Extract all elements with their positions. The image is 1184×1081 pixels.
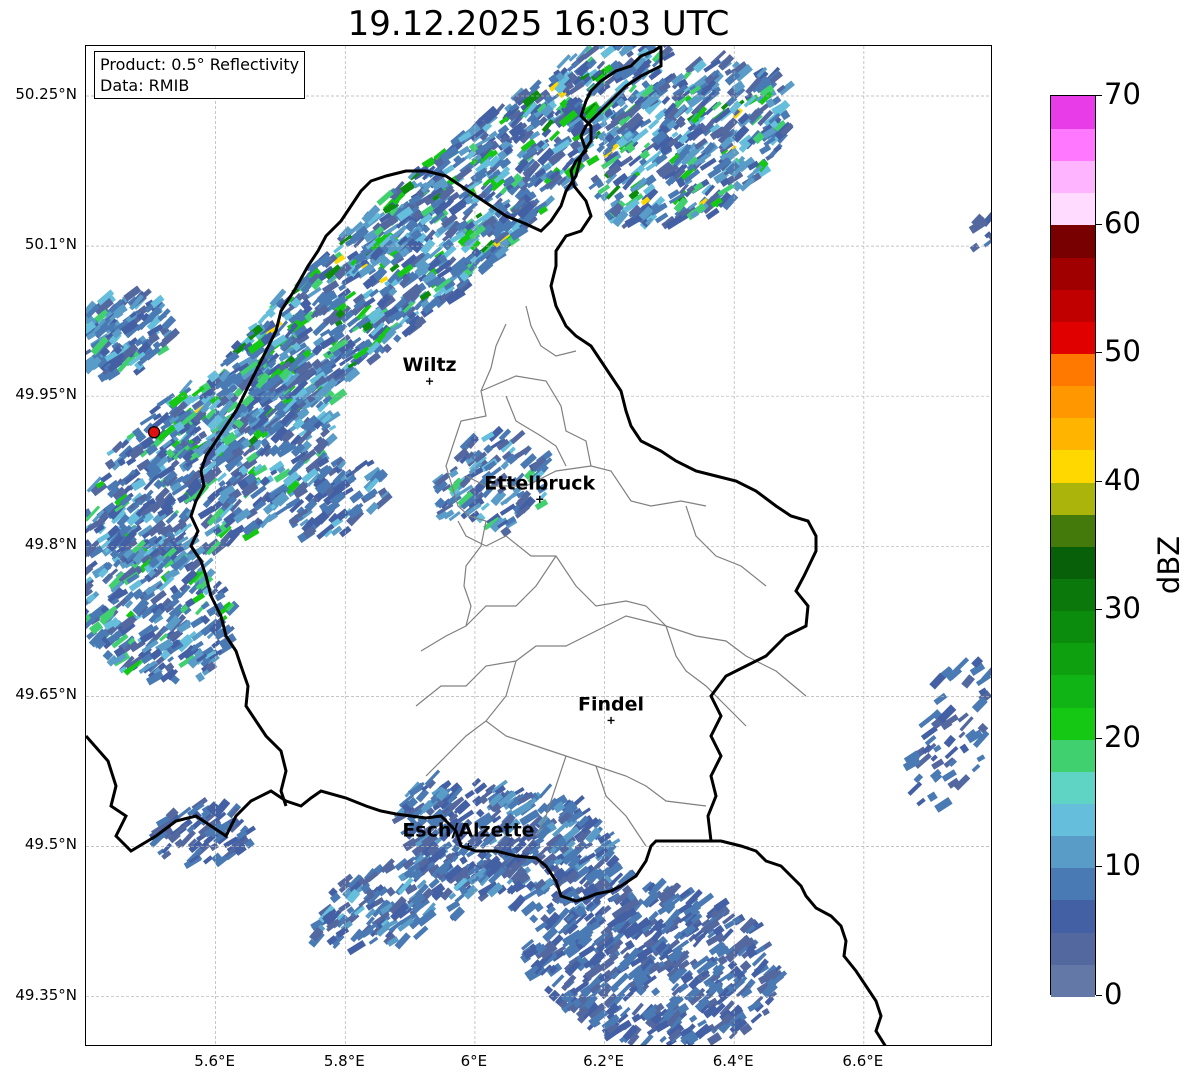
colorbar-tick (1096, 737, 1102, 739)
data-source-label: Data: RMIB (100, 76, 190, 95)
colorbar-segment (1051, 353, 1095, 387)
colorbar-segment (1051, 610, 1095, 644)
colorbar-segment (1051, 578, 1095, 612)
colorbar-segment (1051, 417, 1095, 451)
colorbar-tick (1096, 95, 1102, 96)
colorbar-tick-label: 0 (1104, 977, 1123, 1011)
colorbar-tick-label: 30 (1104, 591, 1141, 626)
lat-tick-label: 49.95°N (15, 385, 77, 404)
colorbar-tick-label: 20 (1104, 719, 1141, 754)
lat-tick-label: 49.5°N (24, 835, 77, 854)
colorbar-tick-label: 70 (1104, 77, 1141, 111)
city-cross-icon (426, 377, 434, 385)
colorbar-segment (1051, 288, 1095, 322)
colorbar-tick (1096, 223, 1102, 225)
city-label: Ettelbruck (484, 472, 595, 494)
colorbar-tick (1096, 995, 1102, 996)
colorbar-tick (1096, 609, 1102, 611)
radar-site-dot (147, 426, 161, 439)
product-label: Product: 0.5° Reflectivity (100, 55, 300, 74)
colorbar-tick-label: 50 (1104, 334, 1141, 369)
colorbar-segment (1051, 96, 1095, 129)
lon-tick-label: 6.4°E (712, 1052, 754, 1070)
page-title: 19.12.2025 16:03 UTC (347, 4, 730, 44)
colorbar-segment (1051, 546, 1095, 579)
colorbar-segment (1051, 256, 1095, 290)
colorbar-tick (1096, 866, 1102, 868)
city-cross-icon (607, 716, 615, 724)
lon-tick-label: 5.6°E (194, 1052, 236, 1070)
colorbar-segment (1051, 128, 1095, 162)
colorbar-segment (1051, 706, 1095, 740)
colorbar-segment (1051, 385, 1095, 419)
city-label: Esch/Alzette (402, 819, 534, 841)
colorbar-segment (1051, 449, 1095, 483)
colorbar-segment (1051, 321, 1095, 354)
colorbar-tick-label: 10 (1104, 848, 1141, 883)
lat-tick-label: 50.1°N (24, 235, 77, 254)
lat-tick-label: 50.25°N (15, 85, 77, 104)
colorbar-segment (1051, 867, 1095, 901)
colorbar-segment (1051, 160, 1095, 194)
colorbar-tick (1096, 352, 1102, 354)
colorbar-segment (1051, 963, 1095, 997)
city-marker: Findel (578, 693, 644, 724)
colorbar-segment (1051, 513, 1095, 547)
colorbar-segment (1051, 674, 1095, 708)
lon-tick-label: 6°E (460, 1052, 488, 1070)
colorbar-label: dBZ (1152, 535, 1184, 595)
radar-site-marker[interactable] (147, 426, 161, 439)
lat-tick-label: 49.35°N (15, 985, 77, 1004)
city-label: Findel (578, 693, 644, 715)
colorbar-tick-label: 60 (1104, 205, 1141, 240)
colorbar-segment (1051, 803, 1095, 837)
colorbar-segment (1051, 224, 1095, 258)
colorbar-segment (1051, 481, 1095, 515)
lat-tick-label: 49.8°N (24, 535, 77, 554)
colorbar-segment (1051, 899, 1095, 933)
colorbar-segment (1051, 835, 1095, 869)
lat-tick-label: 49.65°N (15, 685, 77, 704)
city-marker: Wiltz (402, 354, 457, 385)
product-info-box: Product: 0.5° Reflectivity Data: RMIB (94, 51, 306, 99)
lon-tick-label: 5.8°E (323, 1052, 365, 1070)
lon-tick-label: 6.2°E (583, 1052, 624, 1070)
map-canvas: Wiltz Ettelbruck Findel Esch/Alzette (86, 46, 991, 1045)
lon-tick-label: 6.6°E (842, 1052, 884, 1070)
colorbar-segment (1051, 642, 1095, 676)
canton-borders (415, 305, 807, 847)
colorbar-tick-label: 40 (1104, 462, 1141, 497)
radar-map[interactable]: Wiltz Ettelbruck Findel Esch/Alzette (85, 45, 992, 1046)
colorbar-segment (1051, 931, 1095, 965)
colorbar-tick (1096, 480, 1102, 482)
colorbar-segment (1051, 771, 1095, 804)
colorbar-segment (1051, 192, 1095, 226)
colorbar (1050, 95, 1096, 997)
cities: Wiltz Ettelbruck Findel Esch/Alzette (402, 354, 644, 850)
colorbar-segment (1051, 738, 1095, 772)
city-label: Wiltz (402, 354, 456, 376)
